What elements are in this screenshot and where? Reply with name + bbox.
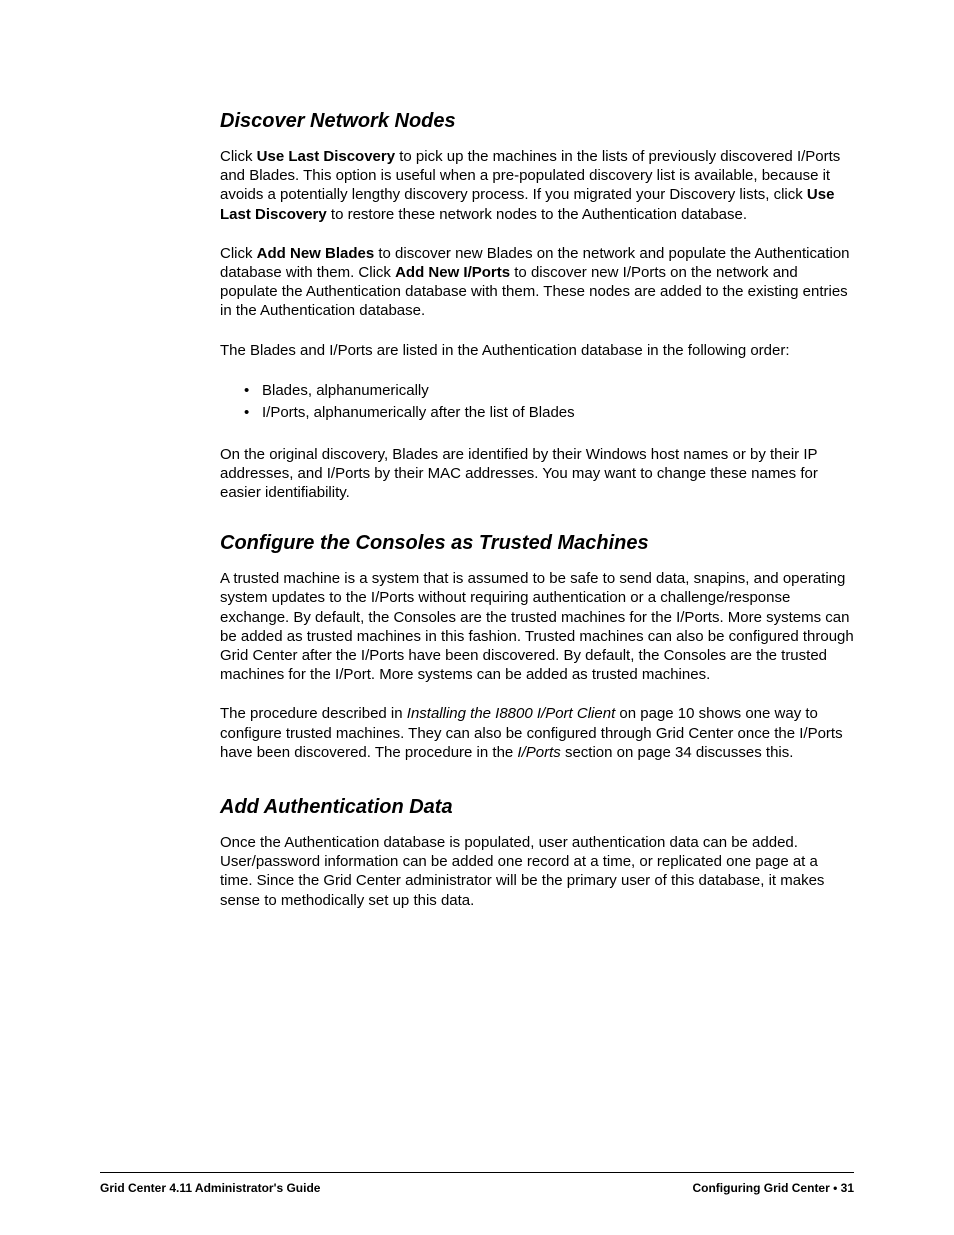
list-item: I/Ports, alphanumerically after the list…: [244, 402, 854, 425]
footer-right: Configuring Grid Center • 31: [692, 1181, 854, 1195]
heading-add-authentication-data: Add Authentication Data: [220, 796, 854, 819]
heading-discover-network-nodes: Discover Network Nodes: [220, 110, 854, 133]
footer-left: Grid Center 4.11 Administrator's Guide: [100, 1181, 320, 1195]
document-page: Discover Network Nodes Click Use Last Di…: [0, 0, 954, 1235]
text: to restore these network nodes to the Au…: [327, 206, 747, 223]
text: Click: [220, 245, 257, 262]
paragraph: Once the Authentication database is popu…: [220, 833, 854, 910]
text-italic: Installing the I8800 I/Port Client: [407, 705, 615, 722]
bullet-list: Blades, alphanumerically I/Ports, alphan…: [220, 380, 854, 425]
list-item: Blades, alphanumerically: [244, 380, 854, 403]
text-bold: Add New I/Ports: [395, 264, 510, 281]
text: The procedure described in: [220, 705, 407, 722]
paragraph: Click Use Last Discovery to pick up the …: [220, 147, 854, 224]
heading-configure-consoles: Configure the Consoles as Trusted Machin…: [220, 532, 854, 555]
text: section on page 34 discusses this.: [561, 744, 794, 761]
page-footer: Grid Center 4.11 Administrator's Guide C…: [100, 1172, 854, 1195]
paragraph: The procedure described in Installing th…: [220, 704, 854, 762]
paragraph: A trusted machine is a system that is as…: [220, 569, 854, 684]
paragraph: Click Add New Blades to discover new Bla…: [220, 244, 854, 321]
text-bold: Add New Blades: [257, 245, 375, 262]
text-italic: I/Ports: [517, 744, 560, 761]
paragraph: The Blades and I/Ports are listed in the…: [220, 341, 854, 360]
text-bold: Use Last Discovery: [257, 148, 395, 165]
paragraph: On the original discovery, Blades are id…: [220, 445, 854, 503]
text: Click: [220, 148, 257, 165]
